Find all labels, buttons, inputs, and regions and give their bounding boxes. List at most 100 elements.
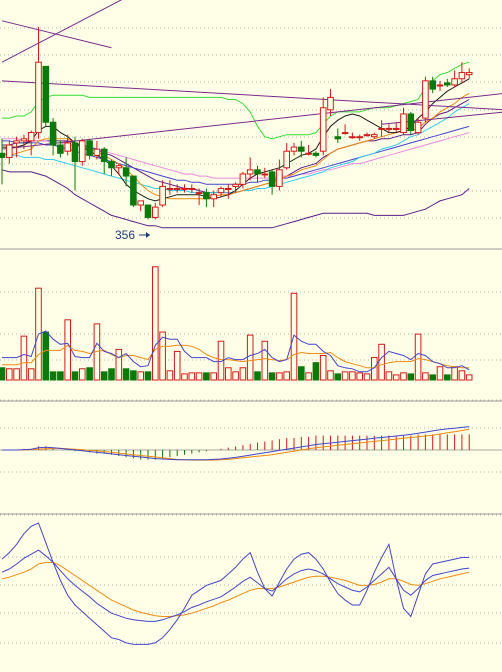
candle-body xyxy=(232,183,239,187)
candle-body xyxy=(115,165,123,169)
candle-body xyxy=(71,142,79,163)
candle-body xyxy=(217,187,225,194)
candle-body xyxy=(363,134,371,137)
candle-body xyxy=(152,206,159,218)
volume-bar xyxy=(422,372,429,381)
candle-body xyxy=(108,161,115,169)
candle-body xyxy=(268,171,276,187)
volume-bar xyxy=(327,370,334,381)
volume-bar xyxy=(319,355,327,381)
volume-bar xyxy=(195,372,203,381)
candle-body xyxy=(64,142,72,152)
volume-bar xyxy=(341,371,349,381)
candle-body xyxy=(254,169,261,175)
volume-bar xyxy=(465,374,473,381)
volume-bar xyxy=(144,371,152,381)
candle-body xyxy=(392,127,400,130)
volume-bar xyxy=(305,372,312,381)
candle-body xyxy=(225,187,232,190)
candle-body xyxy=(261,173,269,176)
candle-body xyxy=(137,200,144,206)
candle-body xyxy=(166,187,174,190)
volume-bar xyxy=(225,367,232,381)
volume-bar xyxy=(451,366,458,381)
candle-body xyxy=(35,61,42,134)
candle-body xyxy=(42,65,50,123)
volume-bar xyxy=(400,372,407,381)
candle-body xyxy=(298,146,305,152)
volume-ma-slow-line xyxy=(2,344,470,369)
candle-body xyxy=(319,107,327,152)
volume-bar xyxy=(392,374,400,381)
volume-bar xyxy=(232,371,239,381)
price-panel xyxy=(0,0,502,229)
candle-body xyxy=(451,78,458,86)
candle-body xyxy=(312,152,320,156)
candle-body xyxy=(429,80,436,90)
candle-body xyxy=(436,84,444,87)
candle-body xyxy=(57,144,64,154)
volume-bar xyxy=(49,371,57,381)
volume-bar xyxy=(276,372,283,381)
volume-bar xyxy=(239,367,247,381)
candle-body xyxy=(422,80,429,119)
volume-bar xyxy=(42,331,50,381)
candle-body xyxy=(130,175,137,206)
volume-bar xyxy=(6,368,13,381)
candle-body xyxy=(349,136,356,139)
volume-bar xyxy=(130,370,137,381)
volume-bar xyxy=(378,343,385,381)
volume-bar xyxy=(203,372,210,381)
volume-bar xyxy=(108,368,115,381)
volume-bar xyxy=(312,362,320,381)
annotation: 356 xyxy=(115,228,150,242)
candle-body xyxy=(414,121,422,134)
candle-body xyxy=(290,146,298,152)
volume-bar xyxy=(188,372,196,381)
candle-body xyxy=(341,132,349,135)
candle-body xyxy=(181,187,188,190)
volume-bar xyxy=(407,373,415,381)
candle-body xyxy=(188,187,196,190)
trend-line xyxy=(1,20,112,49)
candle-body xyxy=(144,204,152,218)
boll-upper-line xyxy=(2,61,470,140)
candle-body xyxy=(465,72,473,76)
candle-body xyxy=(20,138,28,142)
candle-body xyxy=(49,121,57,146)
volume-ma-fast-line xyxy=(2,330,470,373)
candle-body xyxy=(356,136,363,139)
volume-bar xyxy=(356,372,363,381)
volume-bar xyxy=(137,371,144,381)
volume-bar xyxy=(122,368,130,381)
volume-bar xyxy=(57,371,64,381)
candle-body xyxy=(13,140,20,144)
volume-bar xyxy=(27,368,35,381)
stock-chart: 356 xyxy=(0,0,502,672)
volume-bar xyxy=(414,333,422,381)
candle-body xyxy=(203,192,210,200)
candle-body xyxy=(371,134,378,138)
candle-body xyxy=(210,194,217,200)
volume-bar xyxy=(71,371,79,381)
candle-body xyxy=(444,82,451,86)
candle-body xyxy=(305,152,312,155)
candle-body xyxy=(86,140,93,156)
volume-bar xyxy=(166,370,174,381)
candle-body xyxy=(246,169,254,175)
candle-body xyxy=(6,144,13,158)
volume-bar xyxy=(283,371,290,381)
candle-body xyxy=(385,127,393,130)
candle-body xyxy=(239,173,247,185)
chart-canvas[interactable]: 356 xyxy=(0,0,502,672)
volume-bar xyxy=(246,334,254,381)
candle-body xyxy=(378,127,385,130)
candle-body xyxy=(458,72,466,80)
candle-body xyxy=(100,148,108,163)
candle-body xyxy=(93,148,101,156)
volume-bar xyxy=(210,372,217,381)
candle-body xyxy=(173,187,181,190)
volume-bar xyxy=(0,367,6,381)
macd-dif-line xyxy=(2,426,470,461)
volume-bar xyxy=(100,371,108,381)
